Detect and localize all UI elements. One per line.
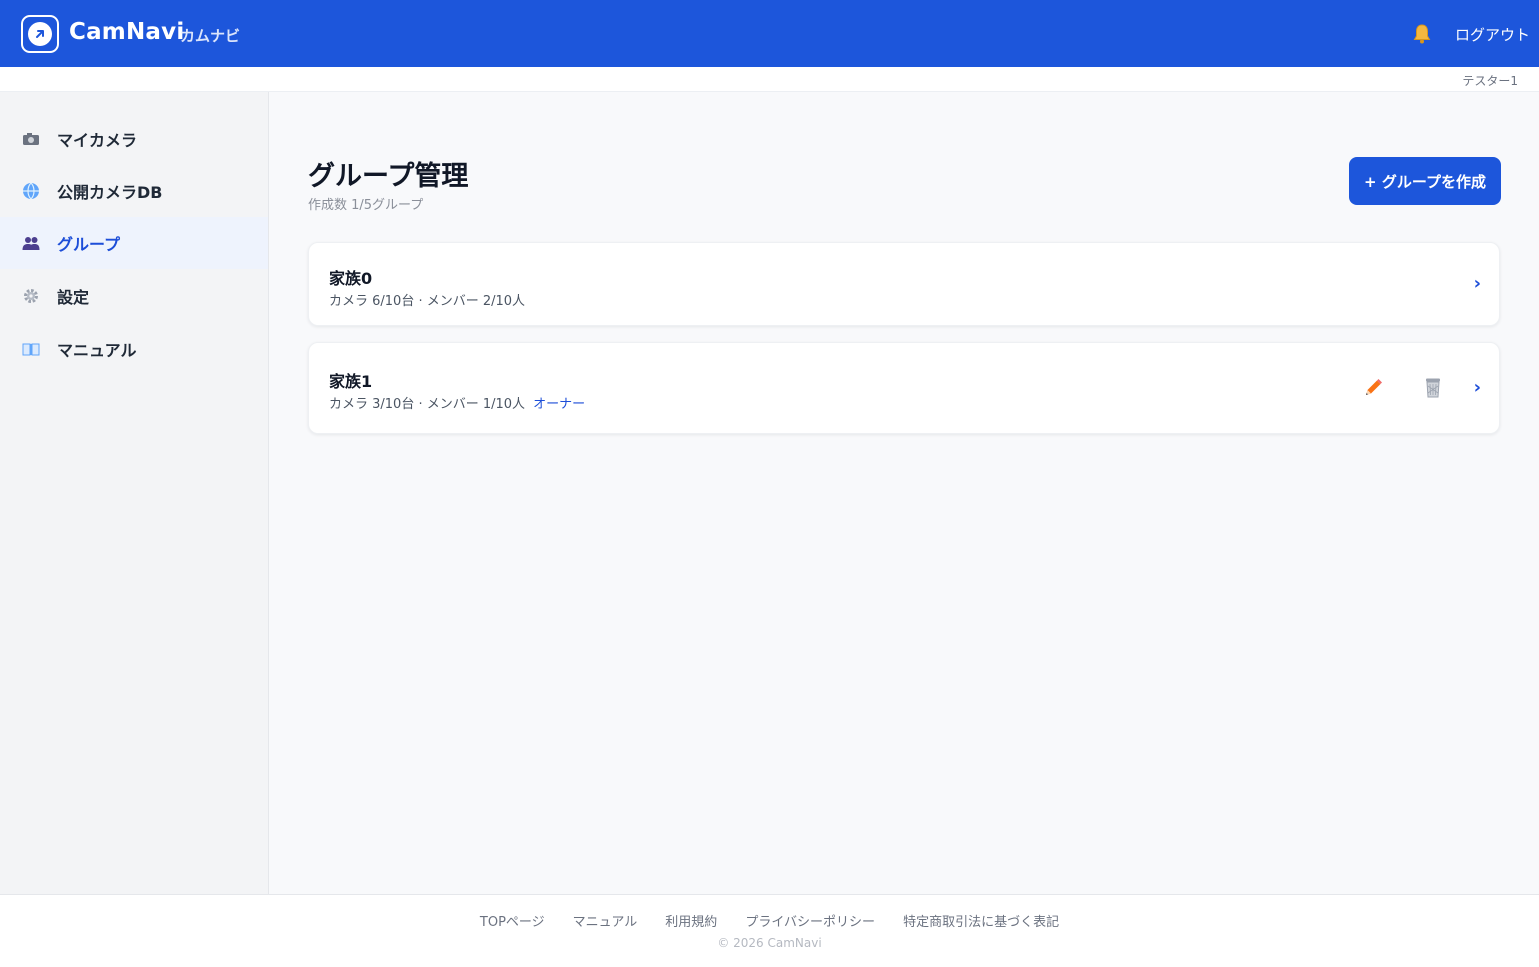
logout-button[interactable]: ログアウト bbox=[1455, 24, 1530, 45]
top-header: CamNavi カムナビ ログアウト bbox=[0, 0, 1539, 67]
group-card[interactable]: 家族1 カメラ 3/10台 · メンバー 1/10人 オーナー › bbox=[308, 342, 1500, 434]
footer-link-manual[interactable]: マニュアル bbox=[573, 911, 638, 930]
sidebar-item-label: 設定 bbox=[57, 288, 90, 307]
user-bar: テスター1 bbox=[0, 67, 1539, 92]
owner-badge: オーナー bbox=[533, 397, 586, 412]
bell-icon[interactable] bbox=[1410, 22, 1434, 46]
sidebar: マイカメラ 公開カメラDB グループ 設定 マニュアル bbox=[0, 92, 269, 894]
sidebar-item-label: マイカメラ bbox=[57, 131, 138, 150]
footer-link-privacy[interactable]: プライバシーポリシー bbox=[745, 911, 875, 930]
footer-link-top[interactable]: TOPページ bbox=[480, 911, 545, 930]
sidebar-item-public-camera-db[interactable]: 公開カメラDB bbox=[0, 165, 268, 217]
footer-link-commerce-law[interactable]: 特定商取引法に基づく表記 bbox=[903, 911, 1059, 930]
page-title: グループ管理 bbox=[308, 161, 469, 192]
group-name: 家族1 bbox=[329, 372, 373, 391]
group-count: 作成数 1/5グループ bbox=[308, 198, 424, 213]
gear-icon bbox=[22, 287, 40, 305]
group-stats: カメラ 3/10台 · メンバー 1/10人 bbox=[329, 397, 526, 412]
sidebar-item-label: グループ bbox=[57, 235, 121, 254]
brand-name: CamNavi bbox=[69, 19, 185, 45]
people-icon bbox=[22, 234, 40, 252]
footer: TOPページ マニュアル 利用規約 プライバシーポリシー 特定商取引法に基づく表… bbox=[0, 894, 1539, 967]
brand-subtitle: カムナビ bbox=[180, 27, 241, 45]
arrow-up-right-icon bbox=[28, 22, 52, 46]
footer-link-terms[interactable]: 利用規約 bbox=[665, 911, 717, 930]
group-card[interactable]: 家族0 カメラ 6/10台 · メンバー 2/10人 › bbox=[308, 242, 1500, 326]
sidebar-item-my-camera[interactable]: マイカメラ bbox=[0, 113, 268, 165]
logo[interactable] bbox=[21, 15, 59, 53]
group-meta: カメラ 6/10台 · メンバー 2/10人 bbox=[329, 290, 525, 309]
group-stats: カメラ 6/10台 · メンバー 2/10人 bbox=[329, 294, 526, 309]
trash-icon[interactable] bbox=[1420, 375, 1446, 401]
globe-icon bbox=[22, 182, 40, 200]
copyright: © 2026 CamNavi bbox=[717, 936, 822, 950]
chevron-right-icon[interactable]: › bbox=[1474, 377, 1481, 398]
sidebar-item-settings[interactable]: 設定 bbox=[0, 270, 268, 322]
group-name: 家族0 bbox=[329, 269, 373, 288]
sidebar-item-manual[interactable]: マニュアル bbox=[0, 323, 268, 375]
create-group-button[interactable]: + グループを作成 bbox=[1349, 157, 1501, 205]
footer-links: TOPページ マニュアル 利用規約 プライバシーポリシー 特定商取引法に基づく表… bbox=[0, 911, 1539, 930]
pencil-icon[interactable] bbox=[1360, 375, 1386, 401]
sidebar-item-label: 公開カメラDB bbox=[57, 183, 163, 202]
group-meta: カメラ 3/10台 · メンバー 1/10人 オーナー bbox=[329, 393, 585, 412]
camera-icon bbox=[22, 130, 40, 148]
book-icon bbox=[22, 340, 40, 358]
main-content: グループ管理 作成数 1/5グループ + グループを作成 家族0 カメラ 6/1… bbox=[269, 92, 1539, 894]
sidebar-item-label: マニュアル bbox=[57, 341, 137, 360]
sidebar-item-group[interactable]: グループ bbox=[0, 217, 268, 269]
username: テスター1 bbox=[1462, 74, 1518, 88]
chevron-right-icon[interactable]: › bbox=[1474, 273, 1481, 294]
